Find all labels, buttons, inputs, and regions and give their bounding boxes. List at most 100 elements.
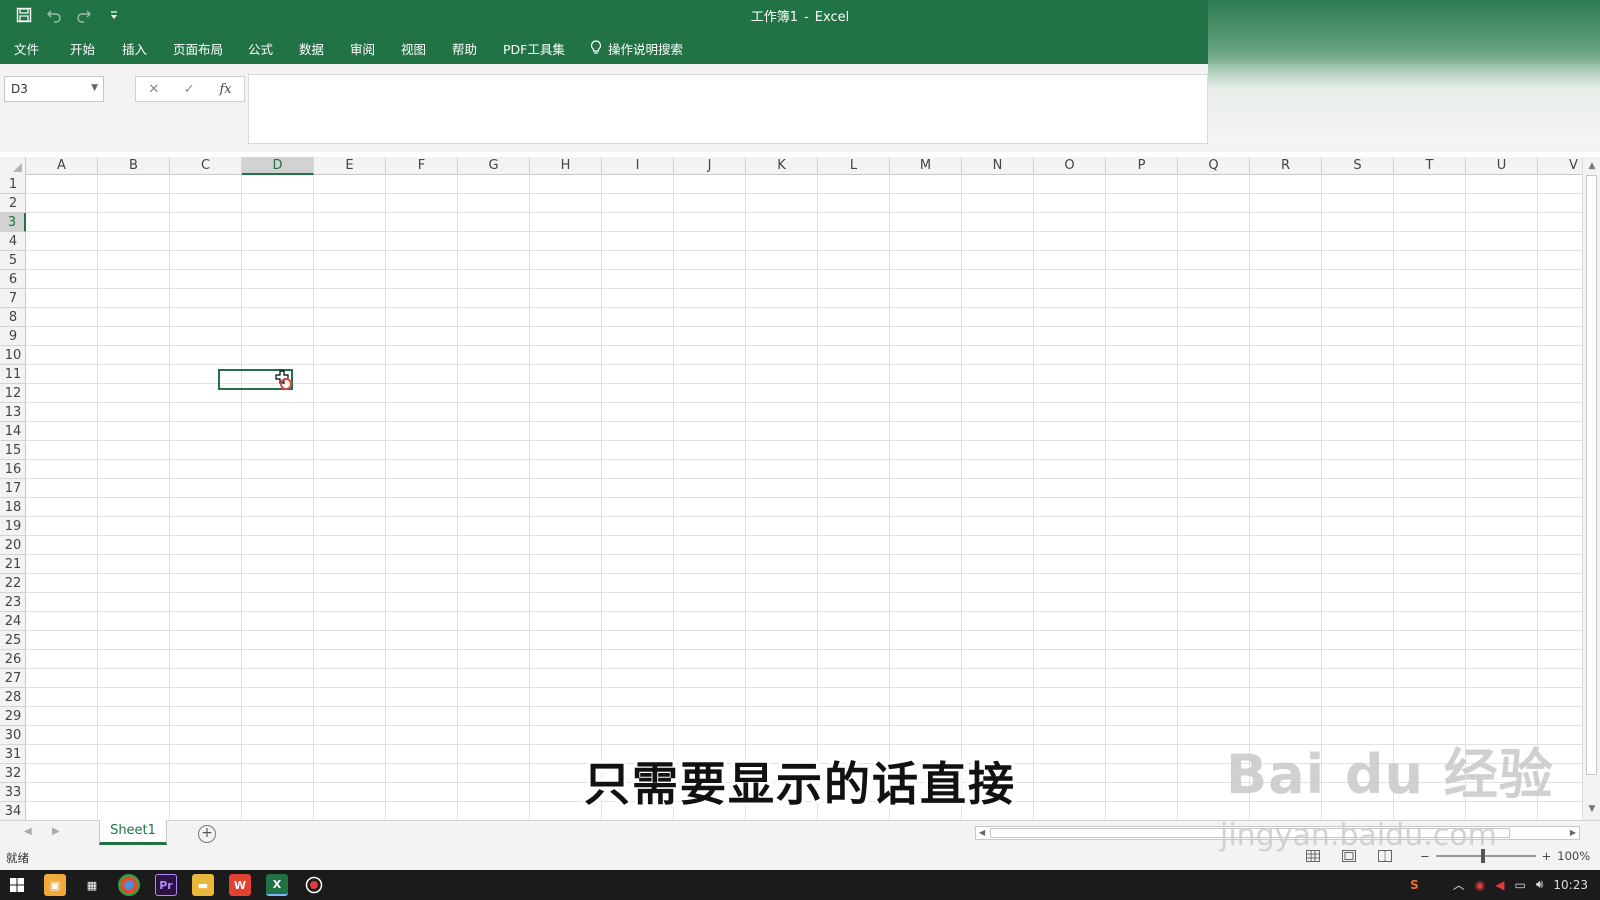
row-header[interactable]: 27 [0, 669, 26, 688]
cancel-icon[interactable]: ✕ [148, 82, 159, 97]
column-header[interactable]: J [674, 157, 746, 175]
row-header[interactable]: 15 [0, 441, 26, 460]
column-header[interactable]: R [1250, 157, 1322, 175]
formula-input[interactable] [248, 74, 1208, 144]
row-header[interactable]: 1 [0, 175, 26, 194]
column-header[interactable]: M [890, 157, 962, 175]
tab-help[interactable]: 帮助 [452, 39, 477, 58]
row-header[interactable]: 25 [0, 631, 26, 650]
row-header[interactable]: 2 [0, 194, 26, 213]
wps-icon[interactable]: W [229, 874, 251, 896]
row-header[interactable]: 28 [0, 688, 26, 707]
tab-formulas[interactable]: 公式 [248, 39, 273, 58]
excel-taskbar-icon[interactable]: X [266, 874, 288, 896]
column-header[interactable]: S [1322, 157, 1394, 175]
column-header[interactable]: L [818, 157, 890, 175]
row-header[interactable]: 4 [0, 232, 26, 251]
speaker-red-icon[interactable]: ◀ [1495, 878, 1504, 892]
row-header[interactable]: 6 [0, 270, 26, 289]
vertical-scroll-thumb[interactable] [1586, 175, 1597, 775]
vertical-scrollbar[interactable]: ▲ ▼ [1582, 157, 1600, 820]
row-header[interactable]: 5 [0, 251, 26, 270]
tab-view[interactable]: 视图 [401, 39, 426, 58]
cells-area[interactable] [26, 175, 1582, 820]
row-header[interactable]: 30 [0, 726, 26, 745]
row-header[interactable]: 17 [0, 479, 26, 498]
scroll-right-icon[interactable]: ▶ [1570, 827, 1576, 839]
row-header[interactable]: 9 [0, 327, 26, 346]
zoom-level[interactable]: 100% [1557, 849, 1590, 863]
row-header[interactable]: 22 [0, 574, 26, 593]
tab-file[interactable]: 文件 [14, 39, 39, 58]
row-header[interactable]: 21 [0, 555, 26, 574]
scroll-up-icon[interactable]: ▲ [1586, 161, 1598, 173]
row-header[interactable]: 18 [0, 498, 26, 517]
sheet-next-icon[interactable]: ▶ [52, 826, 60, 837]
row-header[interactable]: 8 [0, 308, 26, 327]
sheet-tab[interactable]: Sheet1 [99, 820, 167, 845]
row-header[interactable]: 11 [0, 365, 26, 384]
chrome-icon[interactable] [118, 874, 140, 896]
tell-me-search[interactable]: 操作说明搜索 [590, 39, 683, 58]
row-header[interactable]: 10 [0, 346, 26, 365]
sogou-icon[interactable]: S [1410, 878, 1419, 892]
recorder-icon[interactable] [303, 874, 325, 896]
column-header[interactable]: K [746, 157, 818, 175]
premiere-icon[interactable]: Pr [155, 874, 177, 896]
file-explorer-icon[interactable]: ▬ [192, 874, 214, 896]
column-header[interactable]: H [530, 157, 602, 175]
row-header[interactable]: 19 [0, 517, 26, 536]
row-header[interactable]: 23 [0, 593, 26, 612]
column-header[interactable]: D [242, 157, 314, 175]
row-header[interactable]: 16 [0, 460, 26, 479]
column-header[interactable]: Q [1178, 157, 1250, 175]
column-header[interactable]: C [170, 157, 242, 175]
network-icon[interactable]: ▭ [1515, 878, 1526, 892]
windows-start-icon[interactable] [6, 874, 28, 896]
column-header[interactable]: A [26, 157, 98, 175]
column-header[interactable]: O [1034, 157, 1106, 175]
row-header[interactable]: 24 [0, 612, 26, 631]
tab-pdf-tools[interactable]: PDF工具集 [503, 39, 565, 58]
column-header[interactable]: I [602, 157, 674, 175]
volume-icon[interactable]: 🔊︎ [1536, 877, 1544, 892]
column-header[interactable]: T [1394, 157, 1466, 175]
zoom-in-button[interactable]: + [1542, 849, 1552, 863]
scroll-left-icon[interactable]: ◀ [979, 827, 985, 839]
sheet-prev-icon[interactable]: ◀ [24, 826, 32, 837]
insert-function-icon[interactable]: fx [219, 82, 231, 97]
column-header[interactable]: B [98, 157, 170, 175]
row-header[interactable]: 29 [0, 707, 26, 726]
column-header[interactable]: U [1466, 157, 1538, 175]
chevron-up-icon[interactable]: ︿ [1453, 876, 1465, 893]
tab-data[interactable]: 数据 [299, 39, 324, 58]
column-header[interactable]: P [1106, 157, 1178, 175]
row-header[interactable]: 7 [0, 289, 26, 308]
watermark-brand: Bai du 经验 [1226, 743, 1554, 806]
row-header[interactable]: 20 [0, 536, 26, 555]
record-tray-icon[interactable]: ◉ [1475, 878, 1485, 892]
clock[interactable]: 10:23 [1553, 878, 1588, 892]
name-box[interactable]: D3 ▼ [4, 76, 104, 102]
chevron-down-icon[interactable]: ▼ [91, 83, 98, 93]
row-header[interactable]: 14 [0, 422, 26, 441]
tab-page-layout[interactable]: 页面布局 [173, 39, 223, 58]
column-header[interactable]: E [314, 157, 386, 175]
tab-home[interactable]: 开始 [70, 39, 95, 58]
row-header[interactable]: 12 [0, 384, 26, 403]
film-app-icon[interactable]: ▦ [81, 874, 103, 896]
row-header[interactable]: 26 [0, 650, 26, 669]
column-header[interactable]: N [962, 157, 1034, 175]
add-sheet-icon[interactable]: + [198, 825, 216, 843]
select-all-corner[interactable] [0, 157, 26, 175]
row-header[interactable]: 13 [0, 403, 26, 422]
column-header[interactable]: F [386, 157, 458, 175]
media-player-icon[interactable]: ▣ [44, 874, 66, 896]
tab-review[interactable]: 审阅 [350, 39, 375, 58]
zoom-slider[interactable] [1435, 849, 1536, 863]
tab-insert[interactable]: 插入 [122, 39, 147, 58]
column-header[interactable]: V [1538, 157, 1582, 175]
column-header[interactable]: G [458, 157, 530, 175]
row-header[interactable]: 3 [0, 213, 26, 232]
enter-icon[interactable]: ✓ [184, 82, 195, 97]
